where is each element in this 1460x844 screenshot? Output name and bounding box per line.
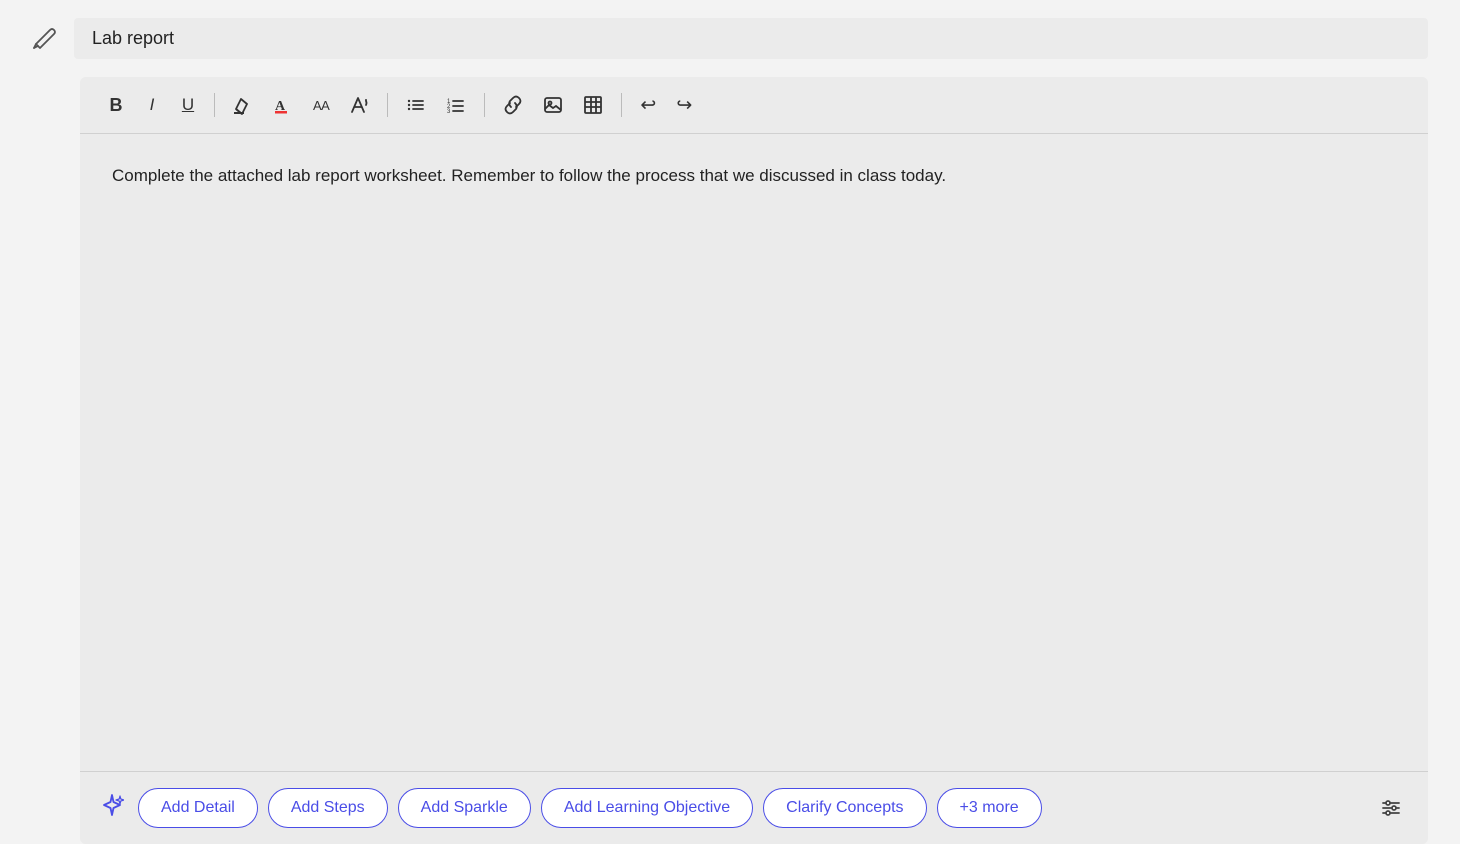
table-button[interactable]: [575, 89, 611, 121]
clarify-concepts-button[interactable]: Clarify Concepts: [763, 788, 926, 828]
editor-text: Complete the attached lab report workshe…: [112, 166, 946, 185]
bullet-list-button[interactable]: [398, 89, 434, 121]
bottom-bar: Add Detail Add Steps Add Sparkle Add Lea…: [80, 771, 1428, 844]
font-size-button[interactable]: AA: [305, 89, 337, 121]
link-button[interactable]: [495, 89, 531, 121]
text-color-button[interactable]: A: [265, 89, 301, 121]
spell-check-button[interactable]: [341, 89, 377, 121]
separator-3: [484, 93, 485, 117]
add-learning-objective-button[interactable]: Add Learning Objective: [541, 788, 753, 828]
undo-button[interactable]: ↩: [632, 89, 664, 121]
italic-button[interactable]: I: [136, 89, 168, 121]
separator-1: [214, 93, 215, 117]
redo-button[interactable]: ↪: [668, 89, 700, 121]
bold-button[interactable]: B: [100, 89, 132, 121]
editor-container: B I U A AA: [80, 77, 1428, 844]
image-button[interactable]: [535, 89, 571, 121]
document-title-input[interactable]: Lab report: [74, 18, 1428, 59]
svg-text:3: 3: [447, 109, 451, 115]
editor-content[interactable]: Complete the attached lab report workshe…: [80, 134, 1428, 771]
add-detail-button[interactable]: Add Detail: [138, 788, 258, 828]
separator-2: [387, 93, 388, 117]
add-sparkle-button[interactable]: Add Sparkle: [398, 788, 531, 828]
highlight-button[interactable]: [225, 89, 261, 121]
underline-button[interactable]: U: [172, 89, 204, 121]
separator-4: [621, 93, 622, 117]
title-bar: Lab report: [0, 0, 1460, 77]
numbered-list-button[interactable]: 1 2 3: [438, 89, 474, 121]
toolbar: B I U A AA: [80, 77, 1428, 134]
add-steps-button[interactable]: Add Steps: [268, 788, 388, 828]
edit-icon: [32, 24, 58, 54]
ai-sparkle-icon: [100, 793, 124, 823]
more-options-button[interactable]: +3 more: [937, 788, 1042, 828]
settings-button[interactable]: [1374, 791, 1408, 825]
